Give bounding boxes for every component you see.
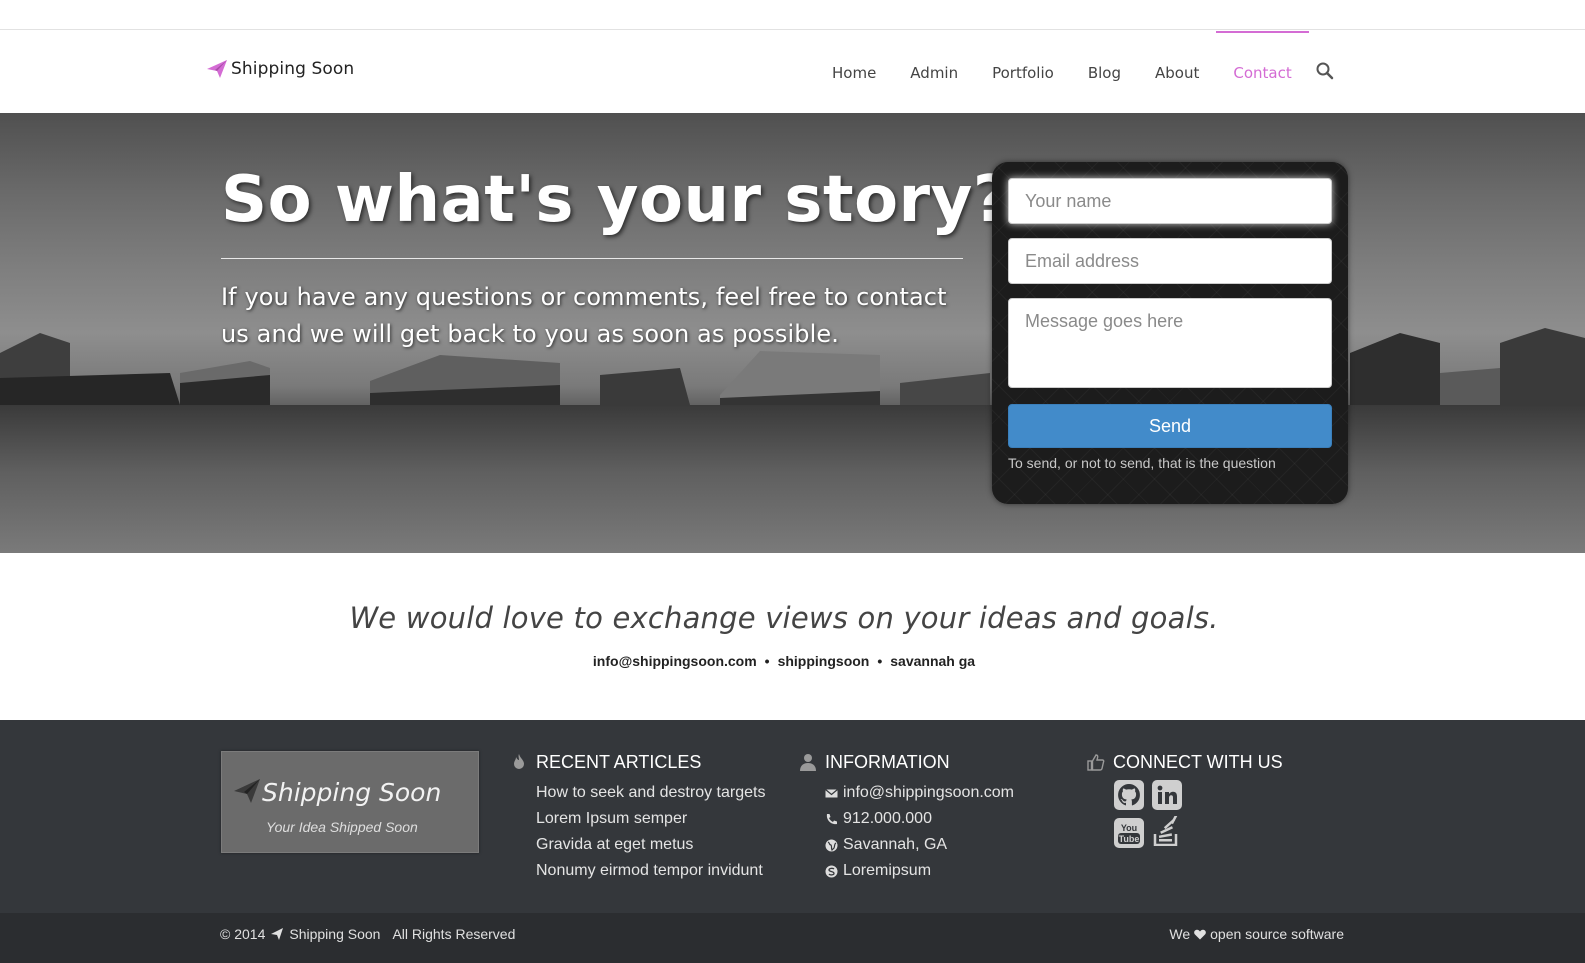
copyright: © 2014 Shipping Soon All Rights Reserved xyxy=(220,926,515,942)
footer-brand-name: Shipping Soon xyxy=(262,778,442,807)
email-input[interactable] xyxy=(1008,238,1332,284)
contact-form: Send To send, or not to send, that is th… xyxy=(992,162,1348,504)
recent-articles-title: RECENT ARTICLES xyxy=(536,751,702,772)
paper-plane-icon xyxy=(234,779,260,803)
info-skype: Loremipsum xyxy=(825,858,1014,884)
envelope-icon xyxy=(825,788,838,797)
nav-admin[interactable]: Admin xyxy=(893,31,975,113)
name-input[interactable] xyxy=(1008,178,1332,224)
article-link[interactable]: Nonumy eirmod tempor invidunt xyxy=(536,858,765,884)
nav-home[interactable]: Home xyxy=(815,31,893,113)
brand-name: Shipping Soon xyxy=(231,59,355,79)
footer: Shipping Soon Your Idea Shipped Soon REC… xyxy=(0,720,1585,913)
top-strip xyxy=(0,0,1585,30)
information-heading: INFORMATION xyxy=(799,750,1014,774)
connect-title: CONNECT WITH US xyxy=(1113,751,1283,772)
copyright-brand[interactable]: Shipping Soon xyxy=(289,926,380,942)
message-textarea[interactable] xyxy=(1008,298,1332,388)
bottom-bar: © 2014 Shipping Soon All Rights Reserved… xyxy=(0,913,1585,963)
hero-title: So what's your story? xyxy=(221,163,1011,237)
main-nav: Home Admin Portfolio Blog About Contact xyxy=(815,31,1309,113)
copyright-year: © 2014 xyxy=(220,926,266,942)
heart-icon xyxy=(1194,929,1206,939)
nav-portfolio[interactable]: Portfolio xyxy=(975,31,1071,113)
info-phone-text: 912.000.000 xyxy=(843,810,932,827)
brand-link[interactable]: Shipping Soon xyxy=(207,59,354,79)
github-icon[interactable] xyxy=(1114,780,1144,810)
love-prefix: We xyxy=(1169,926,1191,942)
info-phone: 912.000.000 xyxy=(825,806,1014,832)
stackoverflow-icon[interactable] xyxy=(1152,816,1182,846)
linkedin-icon[interactable] xyxy=(1152,780,1182,810)
info-email-text: info@shippingsoon.com xyxy=(843,784,1015,801)
info-skype-text: Loremipsum xyxy=(843,862,932,879)
footer-brand-tagline: Your Idea Shipped Soon xyxy=(266,819,418,835)
views-contacts: info@shippingsoon.com • shippingsoon • savan… xyxy=(0,653,1568,669)
views-email: info@shippingsoon.com xyxy=(592,653,757,669)
recent-articles-heading: RECENT ARTICLES xyxy=(510,750,765,774)
information-column: INFORMATION info@shippingsoon.com 912.00… xyxy=(799,750,1014,884)
recent-articles-list: How to seek and destroy targets Lorem Ip… xyxy=(510,780,765,884)
love-suffix: open source software xyxy=(1210,926,1344,942)
views-separator: • xyxy=(877,653,883,669)
globe-icon xyxy=(825,839,838,851)
form-note: To send, or not to send, that is the que… xyxy=(1008,455,1276,471)
paper-plane-icon xyxy=(207,60,227,78)
info-location: Savannah, GA xyxy=(825,832,1014,858)
svg-text:You: You xyxy=(1121,823,1137,833)
recent-articles-column: RECENT ARTICLES How to seek and destroy … xyxy=(510,750,765,884)
hero-divider xyxy=(221,258,963,259)
open-source-note: We open source software xyxy=(1169,926,1344,942)
article-link[interactable]: Lorem Ipsum semper xyxy=(536,806,765,832)
phone-icon xyxy=(826,813,837,824)
paper-plane-icon xyxy=(271,928,284,940)
connect-heading: CONNECT WITH US xyxy=(1087,750,1283,774)
fire-icon xyxy=(514,754,524,769)
nav-blog[interactable]: Blog xyxy=(1071,31,1138,113)
information-title: INFORMATION xyxy=(825,751,950,772)
info-email: info@shippingsoon.com xyxy=(825,780,1014,806)
navbar: Shipping Soon Home Admin Portfolio Blog … xyxy=(0,31,1585,113)
thumbs-up-icon xyxy=(1087,754,1105,771)
views-tagline: We would love to exchange views on your … xyxy=(349,601,1219,635)
social-icons: You Tube xyxy=(1114,780,1194,850)
user-icon xyxy=(800,754,816,771)
views-separator: • xyxy=(764,653,770,669)
skype-icon xyxy=(825,865,838,877)
youtube-icon[interactable]: You Tube xyxy=(1114,818,1144,848)
article-link[interactable]: How to seek and destroy targets xyxy=(536,780,765,806)
svg-text:Tube: Tube xyxy=(1119,834,1140,844)
copyright-rights: All Rights Reserved xyxy=(392,926,516,942)
views-section: We would love to exchange views on your … xyxy=(0,553,1585,720)
send-button[interactable]: Send xyxy=(1008,404,1332,448)
search-icon[interactable] xyxy=(1315,61,1335,81)
nav-contact[interactable]: Contact xyxy=(1216,31,1309,113)
views-handle: shippingsoon xyxy=(777,653,870,669)
hero-subtitle: If you have any questions or comments, f… xyxy=(221,283,947,348)
footer-brand-box: Shipping Soon Your Idea Shipped Soon xyxy=(221,751,479,853)
connect-column: CONNECT WITH US You Tube xyxy=(1087,750,1283,848)
nav-about[interactable]: About xyxy=(1138,31,1216,113)
info-location-text: Savannah, GA xyxy=(843,836,948,853)
views-location: savannah ga xyxy=(890,653,976,669)
article-link[interactable]: Gravida at eget metus xyxy=(536,832,765,858)
information-list: info@shippingsoon.com 912.000.000 Savann… xyxy=(799,780,1014,884)
